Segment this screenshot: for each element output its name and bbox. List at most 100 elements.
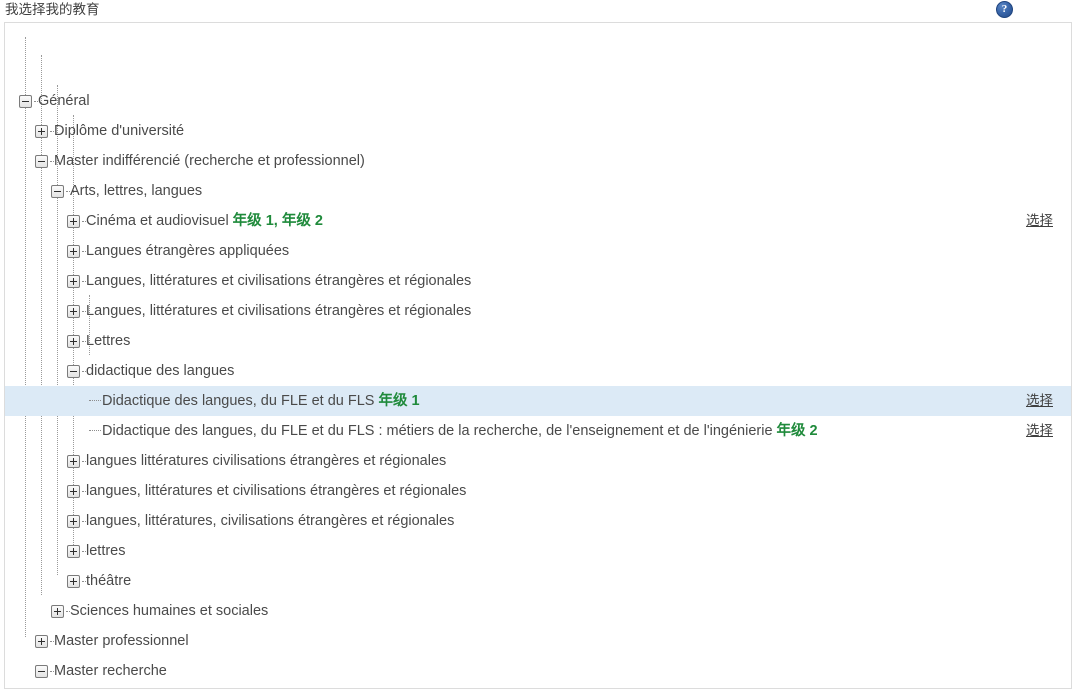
collapse-minus-icon[interactable] <box>51 184 70 198</box>
tree-node-label: théâtre <box>86 573 132 589</box>
tree-node-langues-litt-civ-etr-reg-3[interactable]: langues littératures civilisations étran… <box>67 446 446 476</box>
tree-connector-stub <box>50 640 54 642</box>
tree-row[interactable]: Cinéma et audiovisuel 年级 1, 年级 2 选择 <box>5 206 1071 236</box>
tree-node-theatre[interactable]: théâtre <box>67 566 131 596</box>
tree-node-label: Langues, littératures et civilisations é… <box>86 303 472 319</box>
tree-row[interactable]: langues, littératures, civilisations étr… <box>5 506 1071 536</box>
tree-node-langues-litt-civ-etr-reg-2[interactable]: Langues, littératures et civilisations é… <box>67 296 471 326</box>
expand-plus-icon[interactable] <box>35 124 54 138</box>
tree-row[interactable]: Master recherche <box>5 656 1071 686</box>
tree-node-didactique-fle-fls-1[interactable]: Didactique des langues, du FLE et du FLS… <box>83 386 420 416</box>
tree-node-didactique-fle-fls-metiers[interactable]: Didactique des langues, du FLE et du FLS… <box>83 416 818 446</box>
tree-node-diplome-universite[interactable]: Diplôme d'université <box>35 116 184 146</box>
tree-row[interactable]: langues, littératures et civilisations é… <box>5 476 1071 506</box>
tree-row[interactable]: Didactique des langues, du FLE et du FLS… <box>5 386 1071 416</box>
tree-connector-stub <box>50 130 54 132</box>
tree-node-label: Master recherche <box>54 663 167 679</box>
tree-connector-stub <box>50 160 54 162</box>
tree-connector-stub <box>82 220 86 222</box>
tree-connector-stub <box>34 100 38 102</box>
tree-node-langues-etrangeres-appliquees[interactable]: Langues étrangères appliquées <box>67 236 289 266</box>
expand-plus-icon[interactable] <box>35 634 54 648</box>
expand-plus-icon[interactable] <box>51 604 70 618</box>
tree-node-label: Lettres <box>86 333 131 349</box>
page-root: 我选择我的教育 ? Général Diplôme d'université Mas… <box>0 0 1080 696</box>
tree-row[interactable]: Langues étrangères appliquées <box>5 236 1071 266</box>
tree-node-label: Général <box>38 93 90 109</box>
tree-node-lettres-maj[interactable]: Lettres <box>67 326 130 356</box>
tree-node-arts-lettres-langues[interactable]: Arts, lettres, langues <box>51 176 202 206</box>
tree-connector-stub <box>82 280 86 282</box>
tree-connector-stub <box>66 190 70 192</box>
tree-node-cinema-audiovisuel[interactable]: Cinéma et audiovisuel 年级 1, 年级 2 <box>67 206 323 236</box>
tree-node-label: Didactique des langues, du FLE et du FLS <box>102 393 375 409</box>
collapse-minus-icon[interactable] <box>19 94 38 108</box>
tree-node-lettres-min[interactable]: lettres <box>67 536 126 566</box>
tree-connector-stub <box>82 580 86 582</box>
expand-plus-icon[interactable] <box>67 304 86 318</box>
header: 我选择我的教育 ? <box>0 0 1080 22</box>
help-icon-glyph: ? <box>1001 3 1008 15</box>
help-question-icon[interactable]: ? <box>996 1 1013 18</box>
tree-node-master-professionnel[interactable]: Master professionnel <box>35 626 189 656</box>
expand-plus-icon[interactable] <box>67 484 86 498</box>
tree-node-master-indifferencie[interactable]: Master indifférencié (recherche et profe… <box>35 146 365 176</box>
tree-node-label: didactique des langues <box>86 363 235 379</box>
collapse-minus-icon[interactable] <box>35 154 54 168</box>
tree-row[interactable]: Master indifférencié (recherche et profe… <box>5 146 1071 176</box>
tree-row[interactable]: Master professionnel <box>5 626 1071 656</box>
tree-leaf-connector-icon <box>83 395 101 408</box>
expand-plus-icon[interactable] <box>67 514 86 528</box>
tree-node-grade-badge: 年级 1 <box>378 393 420 409</box>
tree-row[interactable]: Didactique des langues, du FLE et du FLS… <box>5 416 1071 446</box>
expand-plus-icon[interactable] <box>67 214 86 228</box>
tree-node-sciences-humaines-sociales-1[interactable]: Sciences humaines et sociales <box>51 596 268 626</box>
tree-connector-stub <box>66 610 70 612</box>
tree-node-master-recherche[interactable]: Master recherche <box>35 656 167 686</box>
tree-node-grade-badge: 年级 1, 年级 2 <box>232 213 323 229</box>
tree-row[interactable]: Langues, littératures et civilisations é… <box>5 296 1071 326</box>
expand-plus-icon[interactable] <box>67 574 86 588</box>
select-link[interactable]: 选择 <box>1026 206 1053 236</box>
expand-plus-icon[interactable] <box>67 454 86 468</box>
expand-plus-icon[interactable] <box>67 544 86 558</box>
tree-row[interactable]: Sciences humaines et sociales <box>5 686 1071 688</box>
tree-node-langues-litt-civ-etr-reg-5[interactable]: langues, littératures, civilisations étr… <box>67 506 454 536</box>
tree-node-sciences-humaines-sociales-2[interactable]: Sciences humaines et sociales <box>51 686 268 688</box>
tree-node-label: Arts, lettres, langues <box>70 183 203 199</box>
tree-row[interactable]: Sciences humaines et sociales <box>5 596 1071 626</box>
tree-row[interactable]: Général <box>5 86 1071 116</box>
select-link[interactable]: 选择 <box>1026 416 1053 446</box>
collapse-minus-icon[interactable] <box>35 664 54 678</box>
tree-node-general[interactable]: Général <box>19 86 90 116</box>
expand-plus-icon[interactable] <box>67 244 86 258</box>
tree-node-label: Didactique des langues, du FLE et du FLS… <box>102 423 773 439</box>
tree-node-didactique-des-langues[interactable]: didactique des langues <box>67 356 234 386</box>
tree-row[interactable]: Diplôme d'université <box>5 116 1071 146</box>
collapse-minus-icon[interactable] <box>67 364 86 378</box>
select-link[interactable]: 选择 <box>1026 386 1053 416</box>
tree-row[interactable]: Langues, littératures et civilisations é… <box>5 266 1071 296</box>
tree-connector-stub <box>82 310 86 312</box>
tree-node-langues-litt-civ-etr-reg-4[interactable]: langues, littératures et civilisations é… <box>67 476 466 506</box>
tree-node-label: lettres <box>86 543 126 559</box>
tree-node-label: Cinéma et audiovisuel <box>86 213 229 229</box>
tree-connector-stub <box>82 490 86 492</box>
tree-node-label: Langues étrangères appliquées <box>86 243 290 259</box>
tree-node-label: Langues, littératures et civilisations é… <box>86 273 472 289</box>
tree-row[interactable]: didactique des langues <box>5 356 1071 386</box>
tree-row[interactable]: Arts, lettres, langues <box>5 176 1071 206</box>
tree-row[interactable]: Lettres <box>5 326 1071 356</box>
tree-connector-stub <box>82 340 86 342</box>
tree-node-label: Master indifférencié (recherche et profe… <box>54 153 365 169</box>
tree-node-label: langues, littératures, civilisations étr… <box>86 513 455 529</box>
expand-plus-icon[interactable] <box>67 274 86 288</box>
tree-node-langues-litt-civ-etr-reg-1[interactable]: Langues, littératures et civilisations é… <box>67 266 471 296</box>
tree-row[interactable]: lettres <box>5 536 1071 566</box>
tree-row[interactable]: langues littératures civilisations étran… <box>5 446 1071 476</box>
tree-connector-stub <box>82 250 86 252</box>
expand-plus-icon[interactable] <box>67 334 86 348</box>
tree-row[interactable]: théâtre <box>5 566 1071 596</box>
tree-connector-stub <box>82 370 86 372</box>
tree-leaf-connector-icon <box>83 425 101 438</box>
